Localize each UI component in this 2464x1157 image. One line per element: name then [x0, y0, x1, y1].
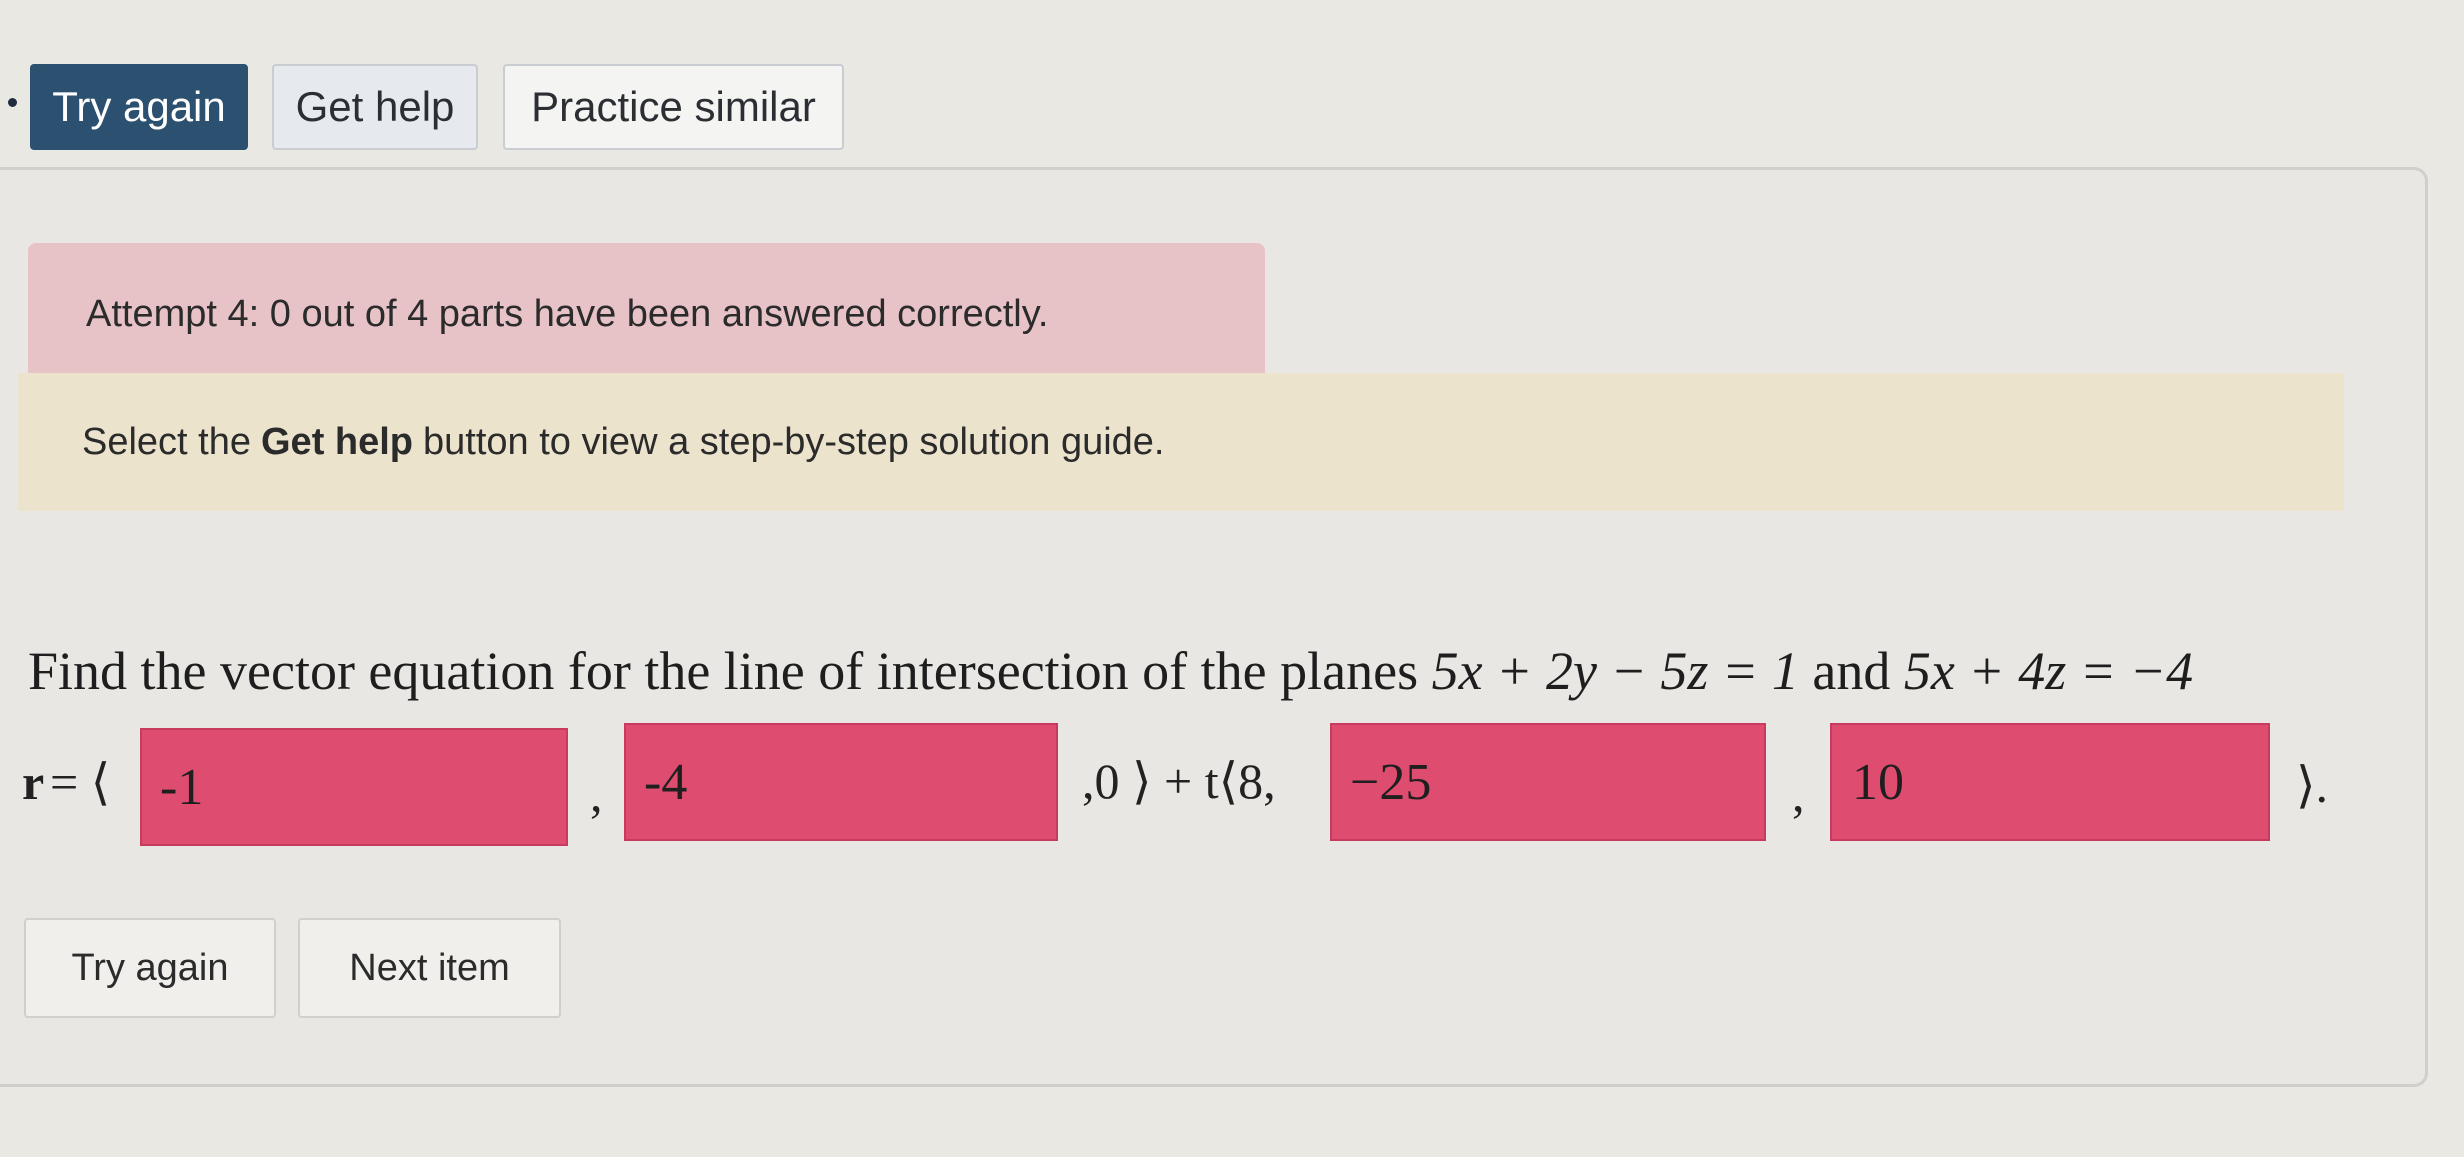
- plane-2-equation: 5x + 4z = −4: [1903, 641, 2194, 701]
- next-item-button[interactable]: Next item: [298, 918, 561, 1018]
- answer-field-2[interactable]: -4: [624, 723, 1058, 841]
- comma-separator-3: ,: [1792, 766, 1805, 822]
- comma-separator-1: ,: [590, 766, 603, 822]
- help-hint-suffix: button to view a step-by-step solution g…: [423, 420, 1165, 463]
- vector-middle-text: ,0 ⟩ + t⟨8,: [1082, 753, 1276, 809]
- answer-field-3[interactable]: −25: [1330, 723, 1766, 841]
- answer-field-2-value: -4: [644, 753, 688, 811]
- practice-similar-button[interactable]: Practice similar: [503, 64, 844, 150]
- answer-field-1-value: -1: [160, 758, 204, 816]
- help-hint-bold: Get help: [261, 420, 414, 463]
- help-hint-prefix: Select the: [82, 420, 251, 463]
- try-again-button[interactable]: Try again: [30, 64, 248, 150]
- plane-1-equation: 5x + 2y − 5z = 1: [1431, 641, 1799, 701]
- answer-field-3-value: −25: [1350, 753, 1432, 811]
- answer-field-4[interactable]: 10: [1830, 723, 2270, 841]
- answer-field-1[interactable]: -1: [140, 728, 568, 846]
- help-hint-alert: Select the Get help button to view a ste…: [18, 373, 2344, 511]
- attempt-status-text: Attempt 4: 0 out of 4 parts have been an…: [86, 292, 1049, 335]
- vector-r-label: r: [22, 754, 45, 810]
- bullet-marker: [8, 98, 17, 107]
- get-help-button[interactable]: Get help: [272, 64, 478, 150]
- question-connector: and: [1812, 641, 1891, 701]
- answer-field-4-value: 10: [1852, 753, 1904, 811]
- equals-open-bracket: = ⟨: [50, 754, 111, 810]
- closing-bracket: ⟩.: [2296, 757, 2329, 813]
- try-again-bottom-button[interactable]: Try again: [24, 918, 276, 1018]
- question-prefix: Find the vector equation for the line of…: [28, 641, 1419, 701]
- attempt-status-alert: Attempt 4: 0 out of 4 parts have been an…: [28, 243, 1265, 385]
- question-text: Find the vector equation for the line of…: [28, 640, 2193, 702]
